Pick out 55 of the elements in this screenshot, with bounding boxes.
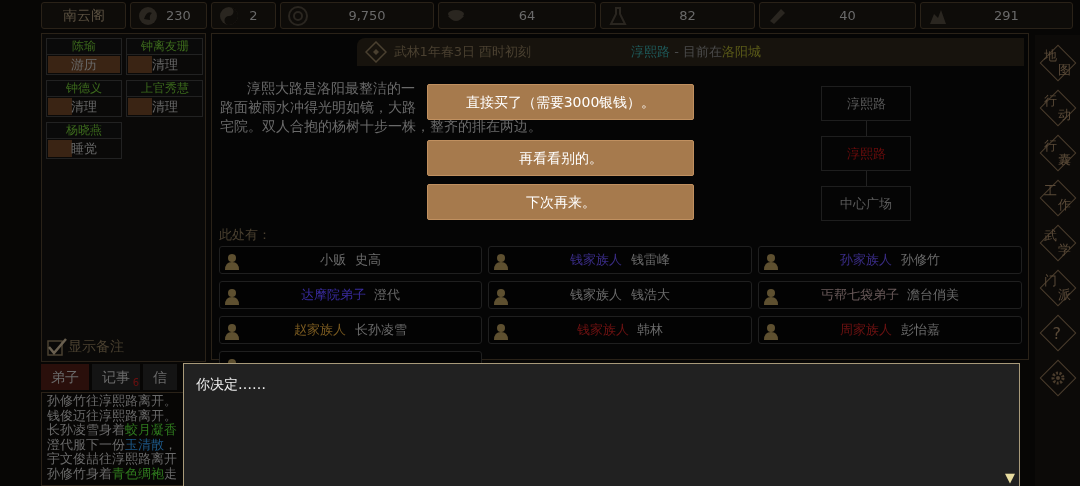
stat-value: 230 bbox=[165, 6, 192, 25]
dialog-text: 你决定…… bbox=[196, 375, 267, 394]
choice-button[interactable]: 下次再来。 bbox=[427, 184, 694, 220]
person-card[interactable]: 钱家族人 钱浩大 bbox=[488, 281, 752, 309]
section-label: 此处有： bbox=[219, 226, 271, 244]
log-line: 孙修竹身着青色绸袍走 bbox=[47, 466, 177, 481]
yin-yang-icon bbox=[218, 5, 239, 26]
map-node[interactable]: 淳熙路 bbox=[821, 86, 911, 121]
stat-value: 40 bbox=[838, 6, 857, 25]
description-line: 路面被雨水冲得光明如镜，大路 bbox=[220, 98, 416, 117]
stat-value: 291 bbox=[993, 6, 1020, 25]
log-line: 长孙凌雪身着蛟月凝香 bbox=[47, 423, 177, 438]
sect-name: 南云阁 bbox=[41, 2, 126, 29]
choice-button[interactable]: 直接买了（需要3000银钱）。 bbox=[427, 84, 694, 120]
person-card[interactable]: 小贩 史高 bbox=[219, 246, 482, 274]
stat-value: 9,750 bbox=[347, 6, 387, 25]
person-card[interactable]: 钱家族人 钱雷峰 bbox=[488, 246, 752, 274]
person-card[interactable]: 钱家族人 韩林 bbox=[488, 316, 752, 344]
coin-icon bbox=[287, 5, 308, 26]
person-card[interactable]: 达摩院弟子 澄代 bbox=[219, 281, 482, 309]
person-card[interactable]: 丐帮七袋弟子 澹台俏美 bbox=[758, 281, 1022, 309]
disciple-name: 杨晓燕 bbox=[46, 122, 122, 139]
status-text: 清理 bbox=[70, 98, 98, 116]
description-line: 淳熙大路是洛阳最整洁的一 bbox=[246, 79, 415, 98]
person-card[interactable]: 周家族人 彭怡嘉 bbox=[758, 316, 1022, 344]
log-line: 孙修竹往淳熙路离开。 bbox=[47, 394, 177, 409]
disciple-name: 陈瑜 bbox=[46, 38, 122, 55]
continue-arrow[interactable]: ▼ bbox=[1005, 471, 1015, 484]
disciple-name: 上官秀慧 bbox=[126, 80, 203, 97]
disciple-name: 钟德义 bbox=[46, 80, 122, 97]
status-text: 清理 bbox=[150, 56, 179, 74]
tab[interactable]: 弟子 bbox=[41, 364, 89, 390]
person-card[interactable]: 孙家族人 孙修竹 bbox=[758, 246, 1022, 274]
tab[interactable]: 信 bbox=[143, 364, 177, 390]
choice-button[interactable]: 再看看别的。 bbox=[427, 140, 694, 176]
location-text: 淳熙路 - 目前在洛阳城 bbox=[631, 43, 762, 62]
flask-icon bbox=[607, 5, 628, 26]
status-text: 睡觉 bbox=[70, 140, 98, 158]
person-card[interactable]: 赵家族人 长孙凌雪 bbox=[219, 316, 482, 344]
diamond-icon bbox=[365, 41, 387, 63]
map-node[interactable]: 中心广场 bbox=[821, 186, 911, 221]
status-text: 游历 bbox=[70, 56, 98, 74]
checkbox-label: 显示备注 bbox=[68, 337, 124, 356]
checkbox[interactable] bbox=[46, 336, 68, 357]
log-line: 澄代服下一份玉清散， bbox=[47, 437, 177, 452]
status-text: 清理 bbox=[150, 98, 179, 116]
description-line: 宅院。双人合抱的杨树十步一株，整齐的排在两边。 bbox=[220, 117, 542, 136]
log-line: 钱俊迈往淳熙路离开。 bbox=[47, 408, 177, 423]
disciple-name: 钟离友珊 bbox=[126, 38, 203, 55]
stat-value: 64 bbox=[517, 6, 537, 25]
stat-value: 2 bbox=[248, 6, 259, 25]
count-label: 6 bbox=[132, 376, 139, 390]
emblem-icon bbox=[137, 5, 158, 26]
log-line: 宇文俊喆往淳熙路离开 bbox=[47, 452, 177, 467]
stat-value: 82 bbox=[678, 6, 697, 25]
